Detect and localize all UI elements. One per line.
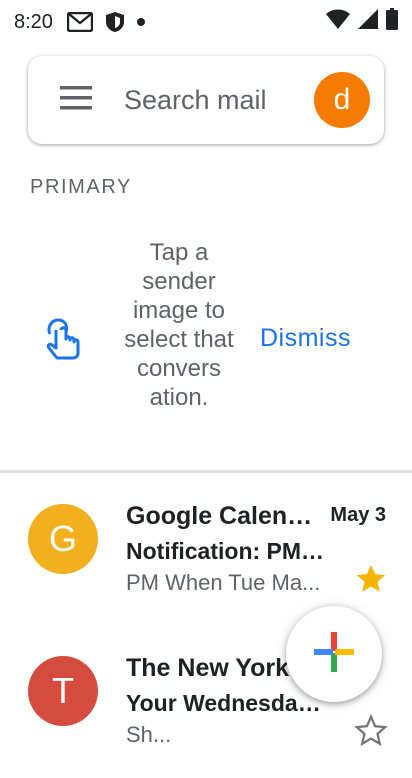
search-bar[interactable]: Search mail d bbox=[28, 56, 384, 144]
email-sender: Google Calendar bbox=[126, 502, 322, 530]
touch-gesture-icon bbox=[44, 316, 82, 367]
sender-avatar[interactable]: G bbox=[28, 504, 98, 574]
email-snippet: Sh... bbox=[126, 722, 172, 747]
email-snippet: PM When Tue Ma... bbox=[126, 570, 321, 595]
signal-icon bbox=[358, 9, 378, 35]
email-date: May 3 bbox=[330, 504, 386, 526]
tip-text: Tap a sender image to select that conver… bbox=[124, 239, 234, 411]
star-filled-icon[interactable] bbox=[354, 562, 388, 601]
avatar-initial: G bbox=[48, 518, 77, 559]
avatar-initial: T bbox=[52, 670, 74, 711]
dot-icon bbox=[136, 18, 145, 26]
gmail-notification-icon bbox=[66, 12, 93, 32]
star-outline-icon[interactable] bbox=[354, 714, 388, 753]
status-right-icons bbox=[326, 8, 398, 36]
status-time: 8:20 bbox=[14, 10, 53, 33]
email-row[interactable]: G Google Calendar May 3 Notification: PM… bbox=[0, 474, 412, 626]
dismiss-button[interactable]: Dismiss bbox=[260, 324, 351, 353]
wifi-icon bbox=[326, 9, 350, 35]
compose-button[interactable] bbox=[286, 606, 382, 702]
menu-button[interactable] bbox=[28, 56, 124, 144]
sender-avatar[interactable]: T bbox=[28, 656, 98, 726]
compose-plus-icon bbox=[312, 630, 356, 679]
battery-icon bbox=[386, 8, 398, 36]
search-input[interactable]: Search mail bbox=[124, 85, 314, 116]
divider bbox=[0, 470, 412, 473]
section-label-primary: PRIMARY bbox=[30, 176, 132, 198]
status-bar: 8:20 bbox=[0, 0, 412, 44]
account-avatar[interactable]: d bbox=[314, 72, 370, 128]
email-subject: Your Wednesday Briefing bbox=[126, 690, 330, 716]
account-initial: d bbox=[333, 83, 351, 116]
email-subject: Notification: PM When Tue bbox=[126, 538, 330, 564]
shield-notification-icon bbox=[105, 11, 125, 33]
hamburger-menu-icon bbox=[60, 85, 92, 115]
